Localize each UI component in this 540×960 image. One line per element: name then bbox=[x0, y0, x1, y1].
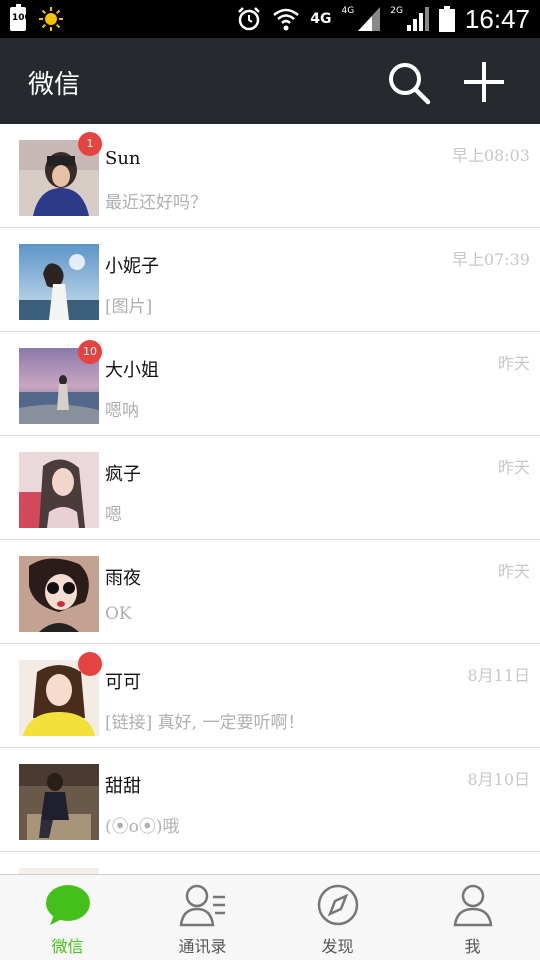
chat-item-yuye[interactable]: 雨夜 OK 昨天 bbox=[0, 540, 540, 644]
chat-time: 8月10日 bbox=[467, 770, 530, 789]
chat-preview: [图片] bbox=[105, 297, 153, 317]
tab-label: 微信 bbox=[51, 937, 84, 956]
avatar bbox=[19, 556, 99, 632]
tab-chats[interactable]: 微信 bbox=[0, 875, 135, 960]
tab-label: 发现 bbox=[321, 937, 354, 956]
chat-time: 昨天 bbox=[497, 354, 530, 373]
network-4g-label: 4G bbox=[310, 11, 332, 27]
chat-name: 雨夜 bbox=[105, 568, 141, 589]
network-4g-small-label: 4G bbox=[341, 6, 355, 16]
page-title: 微信 bbox=[28, 70, 81, 100]
battery-icon bbox=[438, 6, 455, 32]
chat-preview: OK bbox=[105, 604, 132, 624]
chat-time: 8月11日 bbox=[467, 666, 530, 685]
chat-preview: 嗯呐 bbox=[105, 401, 139, 421]
clock-time: 16:47 bbox=[464, 3, 530, 34]
search-icon[interactable] bbox=[386, 60, 432, 106]
chat-list[interactable]: 1 Sun 最近还好吗？ 早上08:03 小妮子 [图片] 早上07:39 10… bbox=[0, 124, 540, 874]
wifi-icon bbox=[273, 8, 300, 31]
chat-item-sun[interactable]: 1 Sun 最近还好吗？ 早上08:03 bbox=[0, 124, 540, 228]
unread-dot bbox=[78, 652, 102, 676]
compass-icon bbox=[317, 884, 358, 926]
chat-preview: 最近还好吗？ bbox=[105, 193, 207, 213]
chat-time: 昨天 bbox=[497, 562, 530, 581]
tab-me[interactable]: 我 bbox=[405, 875, 540, 960]
avatar bbox=[19, 452, 99, 528]
chat-bubble-icon bbox=[45, 885, 90, 925]
brightness-icon bbox=[39, 7, 63, 31]
unread-badge: 1 bbox=[78, 132, 102, 156]
chat-name: Sun bbox=[105, 148, 141, 169]
tab-discover[interactable]: 发现 bbox=[270, 875, 405, 960]
chat-name: 大小姐 bbox=[105, 360, 159, 381]
chat-time: 昨天 bbox=[497, 458, 530, 477]
signal-icon-2 bbox=[406, 7, 429, 31]
chat-item-daxiaojie[interactable]: 10 大小姐 嗯呐 昨天 bbox=[0, 332, 540, 436]
tab-label: 我 bbox=[464, 937, 481, 956]
chat-time: 早上07:39 bbox=[451, 250, 530, 269]
chat-item-tiantian[interactable]: 甜甜 (⦿o⦿)哦 8月10日 bbox=[0, 748, 540, 852]
contacts-icon bbox=[179, 884, 225, 927]
chat-item-fengzi[interactable]: 疯子 嗯 昨天 bbox=[0, 436, 540, 540]
chat-name: 甜甜 bbox=[105, 776, 141, 797]
chat-name: 小妮子 bbox=[105, 256, 159, 277]
chat-name: 疯子 bbox=[105, 464, 141, 485]
avatar bbox=[19, 244, 99, 320]
alarm-icon bbox=[238, 7, 261, 31]
chat-item-keke[interactable]: 可可 [链接] 真好, 一定要听啊！ 8月11日 bbox=[0, 644, 540, 748]
signal-icon bbox=[358, 7, 381, 31]
chat-preview: 嗯 bbox=[105, 505, 122, 525]
chat-preview: (⦿o⦿)哦 bbox=[105, 817, 180, 837]
chat-item-xiaonizi[interactable]: 小妮子 [图片] 早上07:39 bbox=[0, 228, 540, 332]
avatar bbox=[19, 764, 99, 840]
chat-preview: [链接] 真好, 一定要听啊！ bbox=[105, 713, 305, 733]
status-bar: 100 4G 4G 2G 16:47 bbox=[0, 0, 540, 38]
chat-name: 可可 bbox=[105, 672, 141, 693]
chat-time: 早上08:03 bbox=[451, 146, 530, 165]
tab-label: 通讯录 bbox=[178, 937, 227, 956]
battery-small-label: 100 bbox=[12, 13, 31, 23]
bottom-tab-bar: 微信 通讯录 发现 我 bbox=[0, 874, 540, 960]
unread-badge: 10 bbox=[78, 340, 102, 364]
add-icon[interactable] bbox=[460, 58, 508, 106]
tab-contacts[interactable]: 通讯录 bbox=[135, 875, 270, 960]
battery-small-icon: 100 bbox=[10, 4, 31, 31]
app-header: 微信 bbox=[0, 38, 540, 124]
network-2g-small-label: 2G bbox=[390, 6, 403, 16]
chat-item-partial[interactable] bbox=[0, 852, 540, 874]
person-icon bbox=[453, 884, 492, 927]
